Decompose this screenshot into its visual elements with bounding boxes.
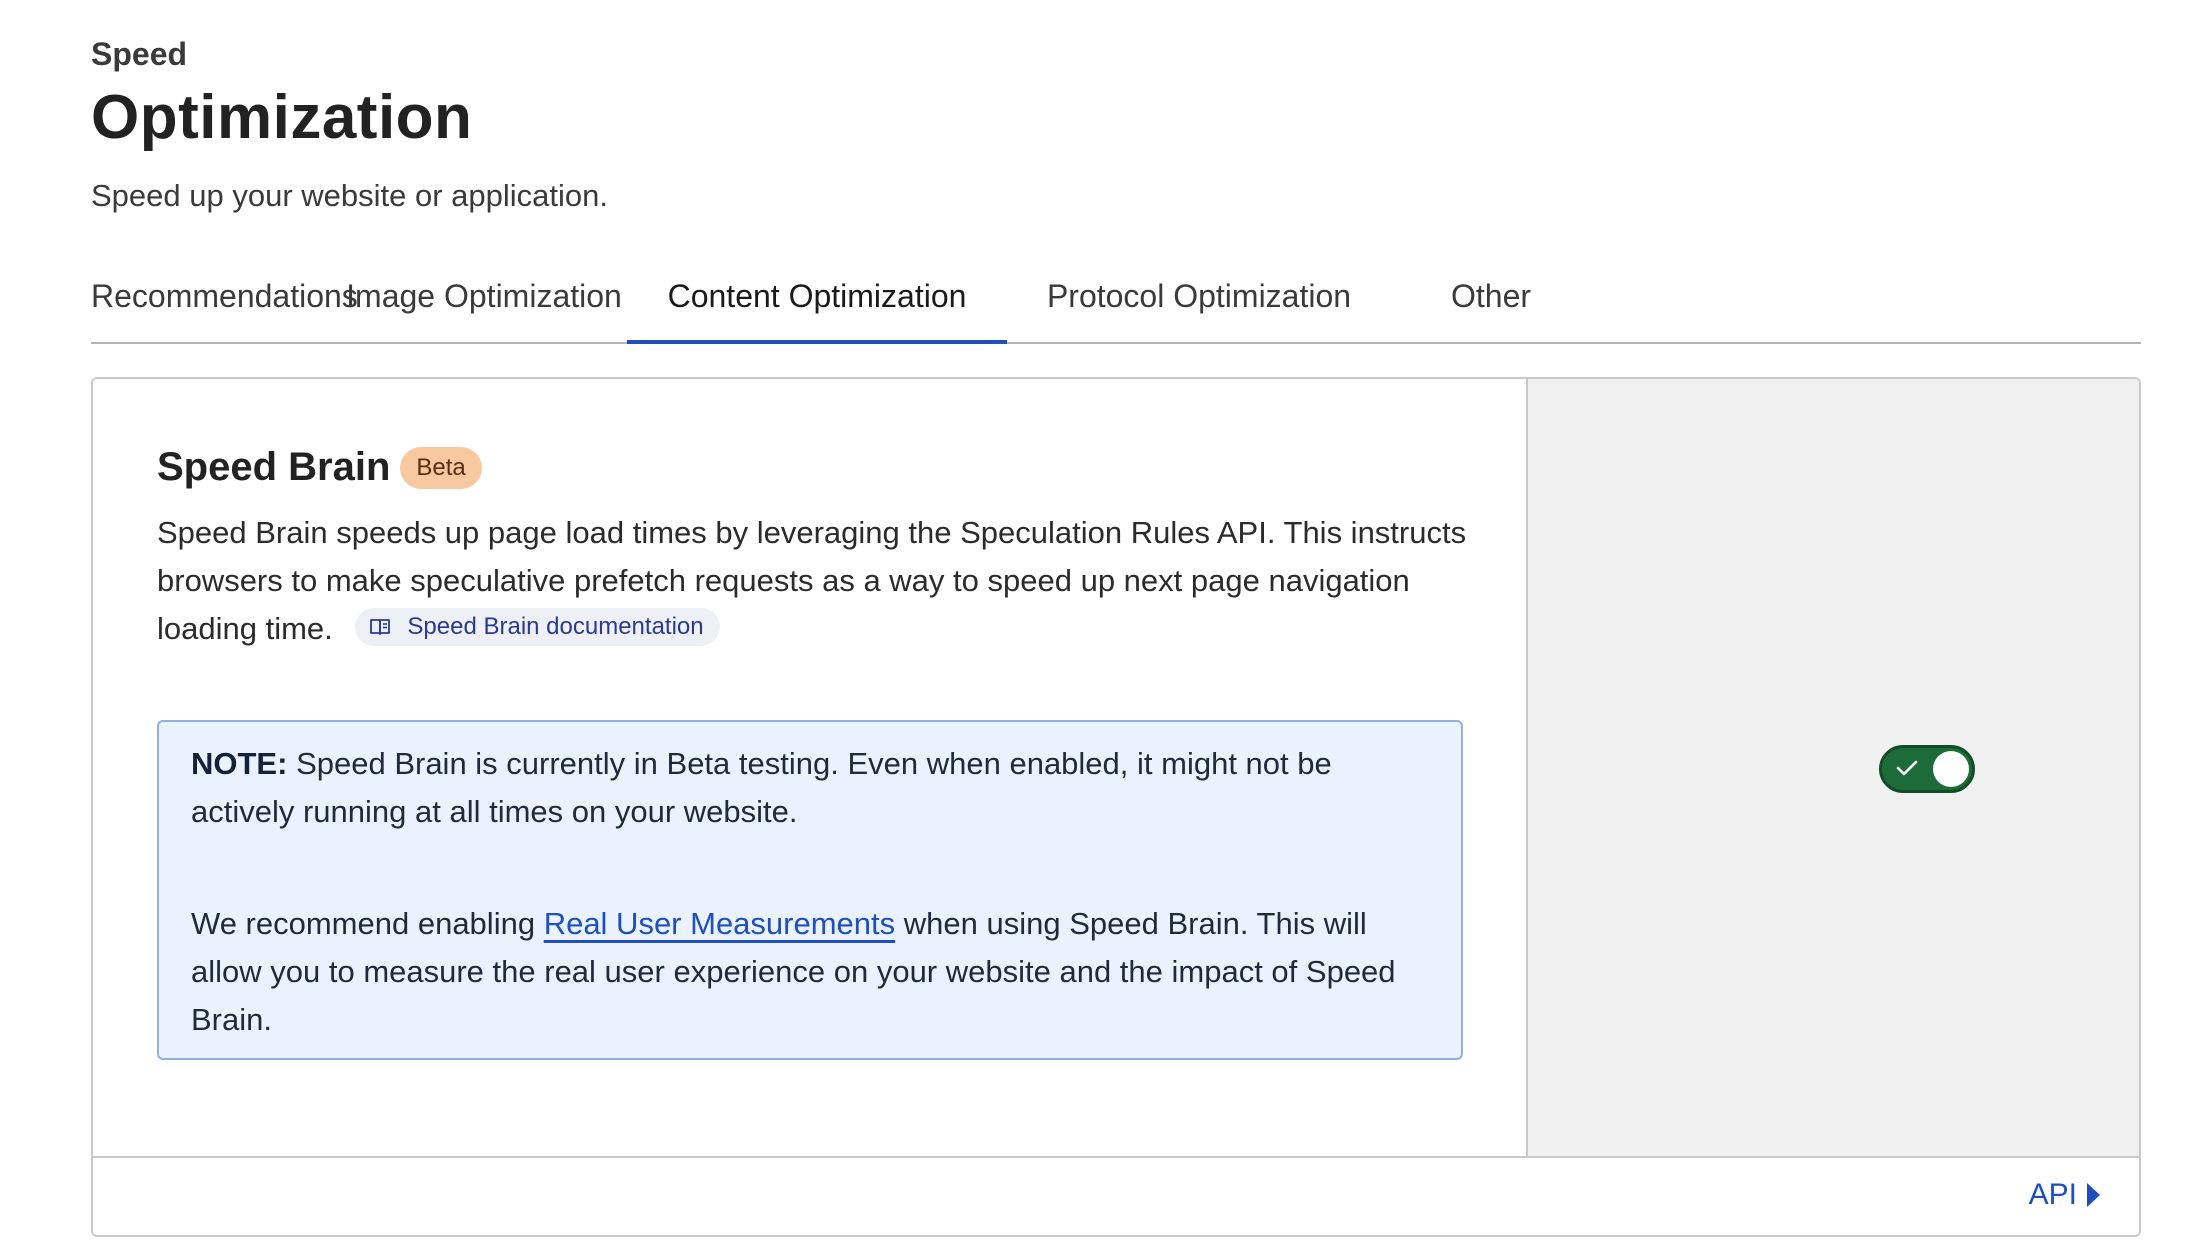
- recommendation-paragraph: We recommend enabling Real User Measurem…: [191, 900, 1429, 1044]
- book-icon: [370, 619, 391, 635]
- note-paragraph: NOTE: Speed Brain is currently in Beta t…: [191, 740, 1429, 836]
- tab-image-optimization[interactable]: Image Optimization: [341, 262, 627, 344]
- note-text: Speed Brain is currently in Beta testing…: [191, 746, 1332, 829]
- tab-protocol-optimization[interactable]: Protocol Optimization: [1007, 262, 1391, 344]
- beta-badge: Beta: [400, 446, 482, 489]
- recommendation-prefix: We recommend enabling: [191, 906, 536, 941]
- tab-other[interactable]: Other: [1391, 262, 1591, 344]
- feature-title: Speed Brain: [157, 445, 391, 489]
- feature-description-text: Speed Brain speeds up page load times by…: [157, 515, 1467, 646]
- speed-brain-toggle[interactable]: [1879, 745, 1975, 793]
- card-content: Speed Brain Beta Speed Brain speeds up p…: [93, 379, 1528, 1156]
- page-subtitle: Speed up your website or application.: [91, 178, 608, 213]
- toggle-knob: [1933, 751, 1969, 787]
- page-eyebrow: Speed: [91, 36, 188, 72]
- tab-recommendations[interactable]: Recommendations: [91, 262, 358, 344]
- documentation-link[interactable]: Speed Brain documentation: [355, 608, 720, 646]
- feature-description: Speed Brain speeds up page load times by…: [157, 509, 1477, 653]
- caret-right-icon: [2087, 1183, 2100, 1207]
- tab-bar: Recommendations Image Optimization Conte…: [91, 262, 2141, 344]
- documentation-link-label: Speed Brain documentation: [407, 613, 704, 640]
- api-link[interactable]: API: [2029, 1178, 2101, 1212]
- tab-content-optimization[interactable]: Content Optimization: [627, 262, 1007, 344]
- page-title: Optimization: [91, 83, 473, 152]
- speed-brain-card: Speed Brain Beta Speed Brain speeds up p…: [91, 377, 2141, 1237]
- feature-header: Speed Brain Beta: [157, 445, 482, 490]
- check-icon: [1896, 760, 1918, 776]
- card-footer: API: [93, 1156, 2139, 1235]
- api-link-label: API: [2028, 1178, 2077, 1211]
- real-user-measurements-link[interactable]: Real User Measurements: [544, 906, 895, 941]
- beta-note: NOTE: Speed Brain is currently in Beta t…: [157, 720, 1463, 1060]
- note-label: NOTE:: [191, 746, 288, 781]
- card-control-panel: [1528, 379, 2139, 1156]
